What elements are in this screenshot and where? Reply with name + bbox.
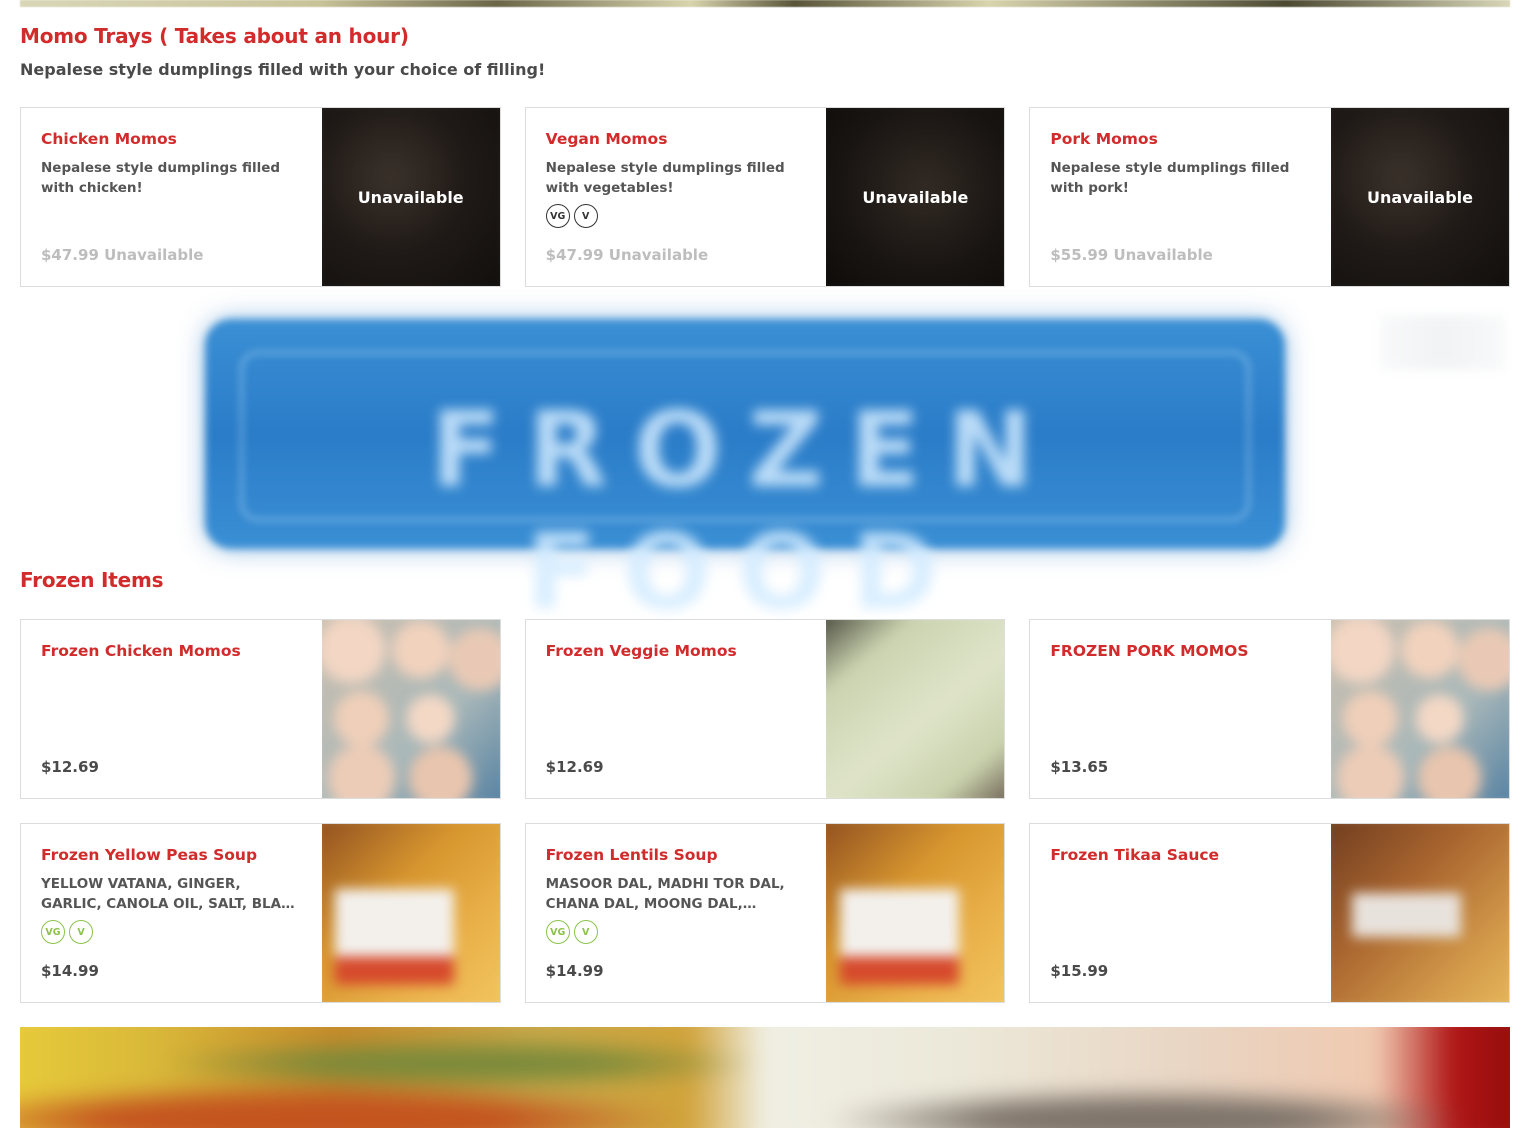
- item-image: [321, 824, 500, 1002]
- item-price: $15.99: [1050, 962, 1109, 980]
- item-name: Frozen Yellow Peas Soup: [41, 846, 258, 864]
- menu-item-card[interactable]: Frozen Tikaa Sauce $15.99: [1029, 823, 1511, 1003]
- menu-item-card[interactable]: Frozen Veggie Momos $12.69: [524, 619, 1006, 799]
- item-description: Nepalese style dumplings filled with por…: [1050, 160, 1290, 196]
- item-name: Vegan Momos: [545, 130, 668, 148]
- item-image: [321, 620, 500, 798]
- vegetarian-tag-icon: V: [573, 204, 598, 228]
- item-image: [1331, 824, 1510, 1002]
- item-image: Unavailable: [826, 108, 1005, 286]
- dietary-tags: VG V: [41, 920, 302, 944]
- item-image: [826, 824, 1005, 1002]
- item-price: $14.99: [545, 962, 604, 980]
- dietary-tags: VG V: [545, 204, 807, 228]
- vegan-tag-icon: VG: [41, 920, 65, 944]
- item-price: $47.99 Unavailable: [545, 246, 709, 264]
- menu-item-card[interactable]: Chicken Momos Nepalese style dumplings f…: [20, 107, 501, 287]
- item-name: Frozen Veggie Momos: [545, 642, 737, 660]
- momo-trays-description: Nepalese style dumplings filled with you…: [20, 60, 546, 79]
- item-price: $47.99 Unavailable: [41, 246, 204, 264]
- item-description: Nepalese style dumplings filled with veg…: [545, 160, 785, 196]
- bottom-banner-image: [20, 1027, 1510, 1128]
- vegan-tag-icon: VG: [545, 920, 570, 944]
- item-description: YELLOW VATANA, GINGER, GARLIC, CANOLA OI…: [41, 876, 302, 912]
- item-name: FROZEN PORK MOMOS: [1050, 642, 1249, 660]
- item-image: Unavailable: [321, 108, 500, 286]
- vegetarian-tag-icon: V: [69, 920, 93, 944]
- frozen-food-banner: FROZEN FOOD: [150, 311, 1380, 633]
- top-banner-image: [20, 0, 1510, 7]
- unavailable-overlay: Unavailable: [321, 108, 500, 286]
- menu-item-card[interactable]: Frozen Yellow Peas Soup YELLOW VATANA, G…: [20, 823, 501, 1003]
- item-price: $55.99 Unavailable: [1050, 246, 1213, 264]
- unavailable-overlay: Unavailable: [1331, 108, 1510, 286]
- item-price: $14.99: [41, 962, 99, 980]
- menu-item-card[interactable]: Vegan Momos Nepalese style dumplings fil…: [524, 107, 1006, 287]
- item-image: Unavailable: [1331, 108, 1510, 286]
- vegan-tag-icon: VG: [545, 204, 570, 228]
- frozen-items-title: Frozen Items: [20, 568, 164, 592]
- item-name: Frozen Chicken Momos: [41, 642, 241, 660]
- item-name: Pork Momos: [1050, 130, 1158, 148]
- vegetarian-tag-icon: V: [573, 920, 598, 944]
- menu-item-card[interactable]: Pork Momos Nepalese style dumplings fill…: [1029, 107, 1511, 287]
- menu-item-card[interactable]: Frozen Chicken Momos $12.69: [20, 619, 501, 799]
- menu-item-card[interactable]: Frozen Lentils Soup MASOOR DAL, MADHI TO…: [524, 823, 1006, 1003]
- item-name: Frozen Tikaa Sauce: [1050, 846, 1220, 864]
- dietary-tags: VG V: [545, 920, 807, 944]
- banner-edge-decoration: [1380, 315, 1505, 370]
- item-image: [826, 620, 1005, 798]
- item-name: Chicken Momos: [41, 130, 177, 148]
- item-description: Nepalese style dumplings filled with chi…: [41, 160, 281, 196]
- item-price: $13.65: [1050, 758, 1109, 776]
- item-price: $12.69: [41, 758, 99, 776]
- frozen-items-grid: Frozen Chicken Momos $12.69 Frozen Veggi…: [20, 619, 1511, 1027]
- frozen-food-banner-text: FROZEN FOOD: [430, 389, 1060, 633]
- item-description: MASOOR DAL, MADHI TOR DAL, CHANA DAL, MO…: [545, 876, 785, 912]
- momo-trays-title: Momo Trays ( Takes about an hour): [20, 24, 409, 48]
- item-name: Frozen Lentils Soup: [545, 846, 718, 864]
- menu-item-card[interactable]: FROZEN PORK MOMOS $13.65: [1029, 619, 1511, 799]
- unavailable-overlay: Unavailable: [826, 108, 1005, 286]
- momo-trays-grid: Chicken Momos Nepalese style dumplings f…: [20, 107, 1511, 311]
- item-price: $12.69: [545, 758, 604, 776]
- item-image: [1331, 620, 1510, 798]
